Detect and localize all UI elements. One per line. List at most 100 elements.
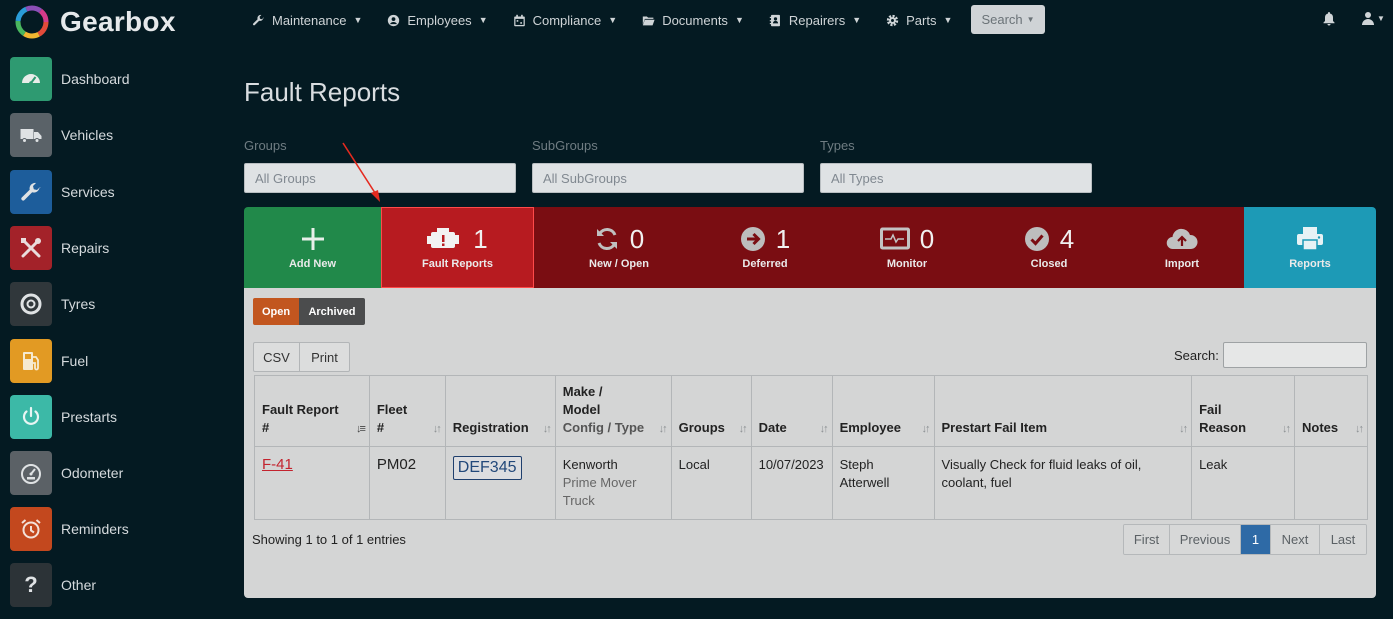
col-sublabel: Config / Type: [562, 420, 645, 435]
app-logo[interactable]: Gearbox: [14, 4, 176, 40]
col-label: Date: [758, 420, 787, 435]
notifications-button[interactable]: [1322, 11, 1336, 26]
nav-documents[interactable]: Documents ▼: [642, 13, 744, 28]
caret-down-icon: ▼: [353, 15, 363, 25]
sidebar-label: Odometer: [61, 465, 124, 481]
sidebar-item-services[interactable]: Services: [10, 170, 210, 214]
deferred-tile[interactable]: 1 Deferred: [694, 207, 836, 288]
config-type: Truck: [562, 493, 595, 508]
import-tile[interactable]: Import: [1120, 207, 1244, 288]
make: Kenworth: [562, 457, 618, 472]
user-menu-button[interactable]: ▼: [1361, 11, 1385, 25]
global-search-button[interactable]: Search ▼: [971, 5, 1045, 34]
folder-icon: [643, 15, 655, 25]
page-last-button[interactable]: Last: [1320, 525, 1366, 554]
nav-compliance[interactable]: Compliance ▼: [513, 13, 618, 28]
registration-badge[interactable]: DEF345: [452, 456, 522, 480]
fault-reports-tile[interactable]: 1 Fault Reports: [381, 207, 534, 288]
sidebar-item-other[interactable]: ? Other: [10, 563, 210, 607]
cell-fail-reason: Leak: [1191, 446, 1295, 520]
arrow-right-circle-icon: [740, 227, 765, 251]
engine-warning-icon: [427, 228, 460, 248]
fault-report-link[interactable]: F-41: [262, 456, 293, 473]
table-header-row: Fault Report # ↓≡ Fleet # ↓↑ Registration ↓↑ …: [254, 375, 1369, 447]
types-select[interactable]: All Types: [820, 163, 1092, 193]
user-icon: [1362, 12, 1374, 25]
col-date[interactable]: Date ↓↑: [750, 375, 833, 447]
sort-icon: ↓↑: [658, 423, 668, 435]
nav-label: Documents: [662, 12, 728, 28]
col-label: Registration: [452, 420, 529, 435]
col-employee[interactable]: Employee ↓↑: [831, 375, 935, 447]
sidebar-label: Services: [61, 184, 115, 200]
page-1-button[interactable]: 1: [1241, 525, 1271, 554]
col-label: Notes: [1301, 420, 1339, 435]
nav-label: Maintenance: [272, 12, 347, 28]
cell-groups: Local: [670, 446, 752, 520]
refresh-icon: [596, 227, 617, 251]
plus-icon: [301, 228, 324, 250]
sidebar-item-repairs[interactable]: Repairs: [10, 226, 210, 270]
tile-count: 0: [919, 223, 935, 254]
new-open-tile[interactable]: 0 New / Open: [544, 207, 694, 288]
app-name: Gearbox: [60, 6, 176, 37]
col-label: #: [376, 420, 385, 435]
nav-employees[interactable]: Employees ▼: [387, 13, 488, 28]
cell-make-model: Kenworth Prime Mover Truck: [554, 446, 672, 520]
csv-button[interactable]: CSV: [253, 342, 300, 372]
sidebar-item-reminders[interactable]: Reminders: [10, 507, 210, 551]
cell-notes: [1293, 446, 1369, 520]
tile-count: 0: [629, 223, 645, 254]
table-search-input[interactable]: [1223, 342, 1367, 368]
print-button[interactable]: Print: [299, 342, 350, 372]
col-registration[interactable]: Registration ↓↑: [444, 375, 556, 447]
closed-tile[interactable]: 4 Closed: [978, 207, 1120, 288]
col-fault-report[interactable]: Fault Report # ↓≡: [254, 375, 370, 447]
col-label: Reason: [1199, 420, 1247, 435]
open-toggle[interactable]: Open: [253, 298, 299, 325]
col-fail-reason[interactable]: Fail Reason ↓↑: [1191, 375, 1295, 447]
page-first-button[interactable]: First: [1124, 525, 1170, 554]
col-make-model[interactable]: Make / Model Config / Type ↓↑: [554, 375, 672, 447]
sidebar-item-dashboard[interactable]: Dashboard: [10, 57, 210, 101]
col-label: Employee: [839, 420, 901, 435]
col-fleet[interactable]: Fleet # ↓↑: [368, 375, 446, 447]
groups-select[interactable]: All Groups: [244, 163, 516, 193]
nav-label: Parts: [906, 12, 937, 28]
sidebar-item-tyres[interactable]: Tyres: [10, 282, 210, 326]
employee: Atterwell: [839, 475, 890, 490]
nav-maintenance[interactable]: Maintenance ▼: [252, 13, 362, 28]
col-groups[interactable]: Groups ↓↑: [670, 375, 752, 447]
sidebar-item-vehicles[interactable]: Vehicles: [10, 113, 210, 157]
sort-icon: ↓↑: [921, 423, 931, 435]
tile-label: Fault Reports: [422, 258, 493, 270]
caret-down-icon: ▼: [608, 15, 618, 25]
sidebar-item-prestarts[interactable]: Prestarts: [10, 395, 210, 439]
reports-tile[interactable]: Reports: [1244, 207, 1376, 288]
nav-repairers[interactable]: Repairers ▼: [769, 13, 861, 28]
tile-label: Monitor: [886, 258, 928, 270]
dashboard-gauge-icon: [10, 57, 52, 101]
col-label: Make /: [562, 384, 603, 399]
col-label: #: [262, 420, 270, 435]
sidebar-item-fuel[interactable]: Fuel: [10, 339, 210, 383]
caret-down-icon: ▼: [1377, 13, 1385, 23]
page-next-button[interactable]: Next: [1271, 525, 1320, 554]
tile-label: Reports: [1289, 258, 1331, 270]
sidebar-item-odometer[interactable]: Odometer: [10, 451, 210, 495]
page-previous-button[interactable]: Previous: [1170, 525, 1241, 554]
wrench-icon: [252, 14, 265, 25]
fail-item: Visually Check for fluid leaks of oil,: [941, 457, 1142, 472]
col-notes[interactable]: Notes ↓↑: [1293, 375, 1369, 447]
archived-toggle[interactable]: Archived: [299, 298, 365, 325]
pagination: First Previous 1 Next Last: [1123, 524, 1367, 555]
fail-reason: Leak: [1199, 457, 1228, 472]
add-new-tile[interactable]: Add New: [244, 207, 381, 288]
monitor-tile[interactable]: 0 Monitor: [836, 207, 978, 288]
sidebar-label: Tyres: [61, 296, 96, 312]
subgroups-select[interactable]: All SubGroups: [532, 163, 804, 193]
cell-fault-report: F-41: [254, 446, 370, 520]
nav-parts[interactable]: Parts ▼: [886, 13, 952, 28]
caret-down-icon: ▼: [734, 15, 744, 25]
col-prestart-fail-item[interactable]: Prestart Fail Item ↓↑: [933, 375, 1193, 447]
